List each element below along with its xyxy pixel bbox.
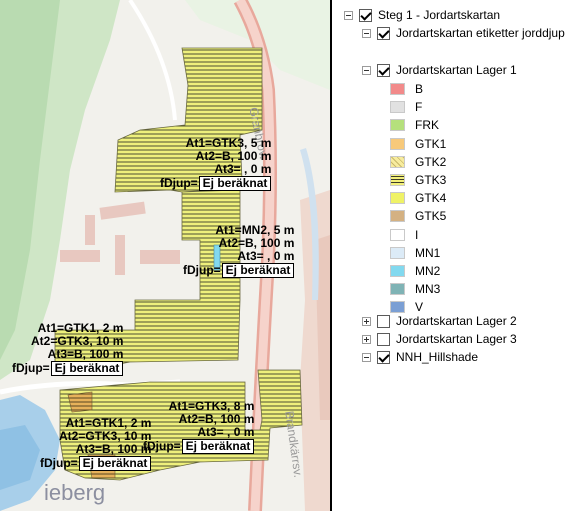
legend-swatch: [390, 210, 405, 223]
fdjup-value: Ej beräknat: [198, 176, 272, 191]
layer-visibility-checkbox[interactable]: [377, 314, 390, 328]
layer-visibility-checkbox[interactable]: [359, 8, 372, 22]
soil-depth-label: At1=GTK3, 5 m At2=B, 100 m At3= , 0 m fD…: [160, 137, 272, 191]
expand-toggle-icon[interactable]: [362, 334, 371, 344]
legend-item: MN3: [390, 280, 440, 298]
fdjup-prefix: fDjup=: [12, 361, 50, 375]
table-of-contents: Steg 1 - Jordartskartan Jordartskartan e…: [338, 0, 584, 511]
legend-swatch: [390, 155, 405, 168]
label-row-fdjup: fDjup= Ej beräknat: [40, 456, 152, 471]
legend-swatch: [390, 83, 405, 95]
legend-label: GTK2: [415, 154, 447, 169]
toc-layer-hillshade[interactable]: NNH_Hillshade: [362, 348, 478, 366]
label-row-fdjup: fDjup= Ej beräknat: [12, 361, 124, 376]
soil-depth-label: At1=MN2, 5 m At2=B, 100 m At3= , 0 m fDj…: [183, 224, 295, 278]
label-row-fdjup: fDjup= Ej beräknat: [160, 176, 272, 191]
legend-swatch: [390, 228, 405, 241]
label-row: At3=B, 100 m: [75, 442, 152, 456]
legend-swatch: [390, 246, 405, 259]
legend-item: GTK4: [390, 189, 446, 207]
legend-item: GTK1: [390, 135, 446, 153]
building: [115, 235, 125, 275]
legend-item: B: [390, 80, 423, 98]
collapse-toggle-icon[interactable]: [362, 28, 371, 38]
map-border: [330, 0, 332, 511]
fdjup-value: Ej beräknat: [181, 439, 255, 454]
label-row: At3=B, 100 m: [47, 347, 124, 361]
legend-item: GTK2: [390, 153, 446, 171]
toc-layer-label[interactable]: Jordartskartan Lager 3: [396, 330, 517, 348]
place-name-fragment: ieberg: [44, 480, 106, 505]
legend-label: B: [415, 82, 424, 96]
label-row: At3= , 0 m: [197, 425, 255, 439]
soil-depth-label: At1=GTK1, 2 m At2=GTK3, 10 m At3=B, 100 …: [40, 417, 152, 471]
collapse-toggle-icon[interactable]: [344, 10, 353, 20]
legend-label: FRK: [415, 118, 439, 133]
label-row-fdjup: fDjup= Ej beräknat: [143, 439, 255, 454]
legend-item: GTK5: [390, 207, 446, 225]
collapse-toggle-icon[interactable]: [362, 65, 371, 75]
legend-label: GTK1: [415, 136, 447, 151]
legend-swatch: [390, 119, 405, 132]
legend-label: F: [415, 100, 423, 115]
toc-group-label[interactable]: Steg 1 - Jordartskartan: [378, 6, 500, 24]
label-row: At3= , 0 m: [237, 249, 295, 263]
legend-swatch: [390, 174, 405, 186]
legend-swatch: [390, 137, 405, 150]
soil-depth-label: At1=GTK1, 2 m At2=GTK3, 10 m At3=B, 100 …: [12, 322, 124, 376]
legend-item: FRK: [390, 116, 439, 134]
legend-label: GTK4: [415, 191, 447, 206]
layer-visibility-checkbox[interactable]: [377, 26, 390, 40]
layer-visibility-checkbox[interactable]: [377, 350, 390, 364]
building: [60, 250, 100, 262]
fdjup-prefix: fDjup=: [40, 456, 78, 470]
soil-depth-label: At1=GTK3, 8 m At2=B, 100 m At3= , 0 m fD…: [143, 400, 255, 454]
layer-visibility-checkbox[interactable]: [377, 63, 390, 77]
fdjup-prefix: fDjup=: [183, 263, 221, 277]
legend-swatch: [390, 265, 405, 277]
legend-label: GTK5: [415, 209, 447, 224]
fdjup-prefix: fDjup=: [160, 176, 198, 190]
building: [140, 250, 180, 264]
expand-toggle-icon[interactable]: [362, 316, 371, 326]
legend-item: MN1: [390, 244, 440, 262]
legend-swatch: [390, 283, 405, 296]
toc-layer-label[interactable]: Jordartskartan Lager 1: [396, 61, 517, 79]
toc-layer-label[interactable]: Jordartskartan etiketter jorddjup: [396, 24, 565, 42]
legend-label: MN2: [415, 264, 441, 278]
building: [85, 215, 95, 245]
label-row: At3= , 0 m: [214, 162, 272, 176]
fdjup-value: Ej beräknat: [221, 263, 295, 278]
legend-label: MN1: [415, 245, 441, 260]
legend-item: I: [390, 226, 418, 244]
soil-polygon-gtk1: [67, 391, 93, 413]
fdjup-value: Ej beräknat: [78, 456, 152, 471]
toc-group-steg1[interactable]: Steg 1 - Jordartskartan: [344, 6, 500, 24]
legend-item: GTK3: [390, 171, 446, 189]
legend-label: MN3: [415, 282, 441, 297]
layer-visibility-checkbox[interactable]: [377, 332, 390, 346]
toc-layer-label[interactable]: NNH_Hillshade: [396, 348, 478, 366]
toc-layer-label[interactable]: Jordartskartan Lager 2: [396, 312, 517, 330]
legend-item: F: [390, 98, 422, 116]
label-row-fdjup: fDjup= Ej beräknat: [183, 263, 295, 278]
toc-layer-lager2[interactable]: Jordartskartan Lager 2: [362, 312, 517, 330]
fdjup-value: Ej beräknat: [50, 361, 124, 376]
legend-label: I: [415, 227, 419, 242]
legend-swatch: [390, 192, 405, 205]
toc-layer-lager3[interactable]: Jordartskartan Lager 3: [362, 330, 517, 348]
legend-item: MN2: [390, 262, 440, 280]
legend-label: GTK3: [415, 173, 447, 187]
collapse-toggle-icon[interactable]: [362, 352, 371, 362]
legend-swatch: [390, 101, 405, 114]
toc-layer-lager1[interactable]: Jordartskartan Lager 1: [362, 61, 517, 79]
toc-layer-labels[interactable]: Jordartskartan etiketter jorddjup: [362, 24, 565, 42]
map-view[interactable]: ieberg Granbrov. Brandkärrsv. At1=GTK3, …: [0, 0, 330, 511]
